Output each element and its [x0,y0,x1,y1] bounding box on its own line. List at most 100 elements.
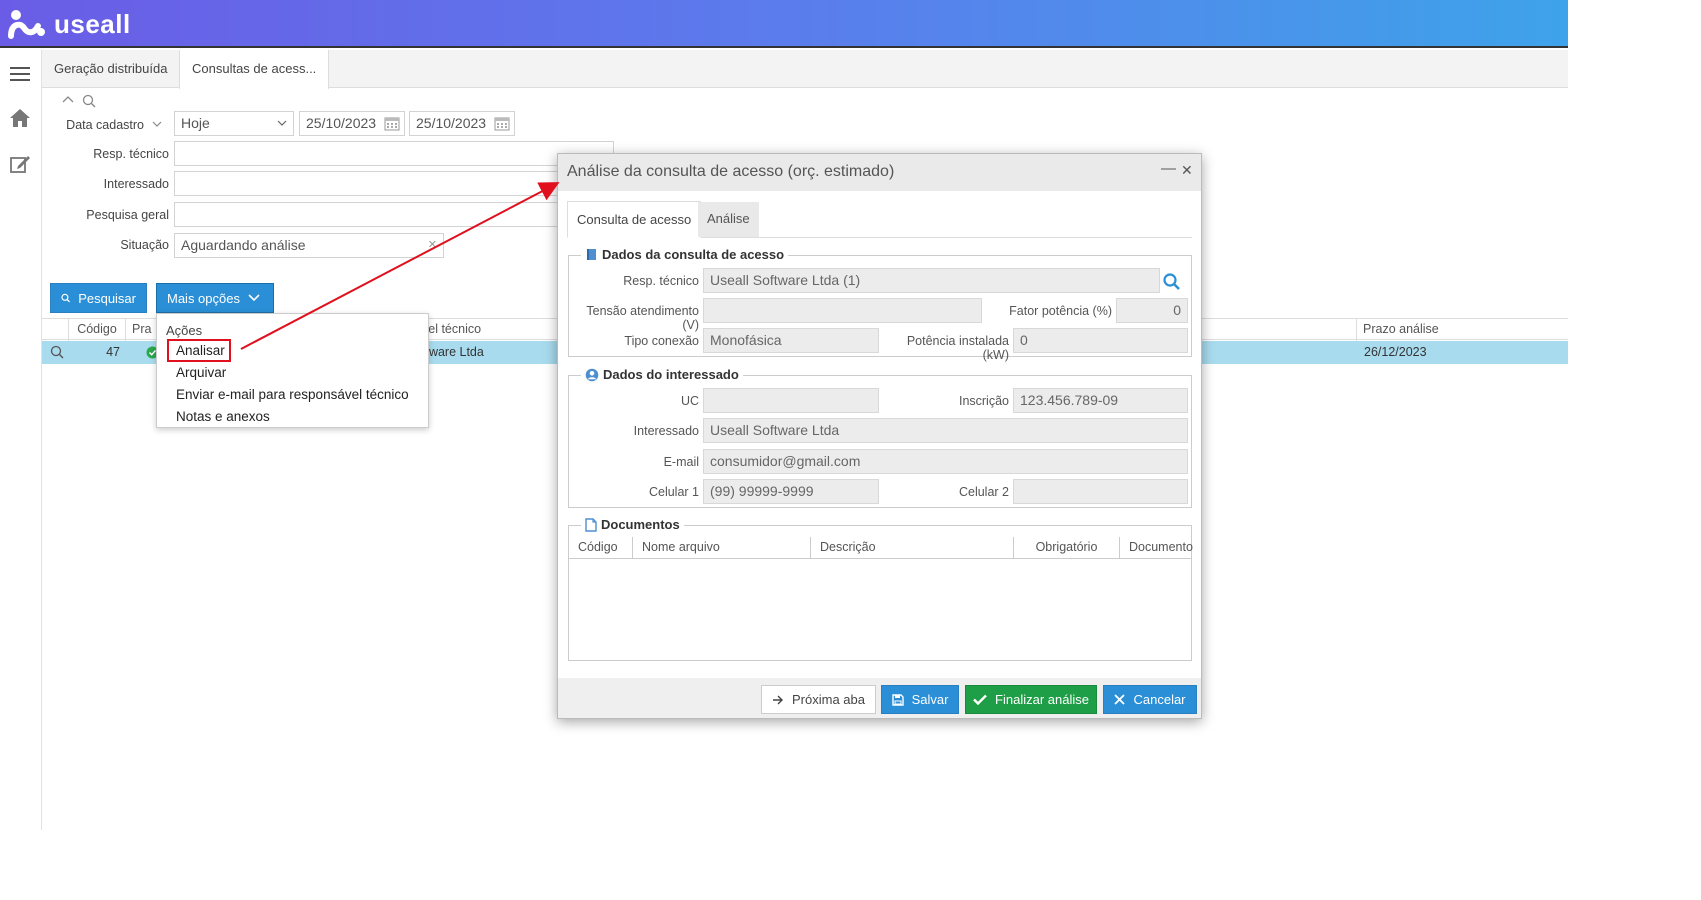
email-field[interactable]: consumidor@gmail.com [703,449,1188,474]
brand-logo[interactable]: useall [8,8,131,40]
fieldset-title-text: Dados do interessado [603,367,739,382]
menu-item-arquivar[interactable]: Arquivar [176,365,226,380]
search-icon[interactable] [50,345,64,359]
search-icon [61,293,70,303]
situacao-label: Situação [120,238,169,252]
celular1-label: Celular 1 [648,485,699,499]
edit-icon [10,156,30,173]
tab-bar: Geração distribuída Consultas de acess..… [42,50,1568,89]
resp-tecnico-label: Resp. técnico [623,274,699,288]
doc-col-obrigatorio[interactable]: Obrigatório [1014,537,1120,559]
fieldset-title: Documentos [581,517,684,532]
calendar-icon[interactable] [494,116,510,131]
brand-name: useall [54,8,131,39]
chevron-down-icon[interactable] [152,120,162,128]
home-icon [10,109,30,127]
search-icon[interactable] [82,94,96,108]
chevron-down-icon [277,120,287,126]
potencia-instalada-label: Potência instalada (kW) [906,334,1009,362]
useall-logo-icon [8,10,45,39]
finalizar-analise-label: Finalizar análise [995,692,1089,707]
situacao-select[interactable]: Aguardando análise ✕ [174,233,444,258]
close-icon[interactable]: ✕ [1181,162,1193,179]
fieldset-documentos: Documentos Código Nome arquivo Descrição… [568,517,1193,661]
col-codigo[interactable]: Código [68,319,125,341]
proxima-aba-button[interactable]: Próxima aba [761,685,876,714]
doc-col-documento[interactable]: Documento [1120,537,1193,559]
doc-col-descricao[interactable]: Descrição [811,537,1014,559]
check-icon [973,694,987,705]
potencia-instalada-field[interactable]: 0 [1013,328,1188,353]
doc-col-codigo[interactable]: Código [569,537,633,559]
col-prazo-analise[interactable]: Prazo análise [1356,319,1568,341]
resp-tecnico-label: Resp. técnico [93,147,169,161]
app-stage: useall Geração distribuída Consultas de … [0,0,1568,830]
search-icon[interactable] [1163,273,1180,290]
calendar-icon[interactable] [384,116,400,131]
celular1-field[interactable]: (99) 99999-9999 [703,479,879,504]
top-bar: useall [0,0,1568,48]
fieldset-dados-consulta: Dados da consulta de acesso Resp. técnic… [568,247,1192,362]
proxima-aba-label: Próxima aba [792,692,865,707]
modal-tabs: Consulta de acesso Análise [567,201,1192,238]
cell-resp-tecnico: ftware Ltda [422,345,484,359]
chevron-up-icon[interactable] [62,94,74,104]
menu-header: Ações [166,323,203,338]
tab-geracao-distribuida[interactable]: Geração distribuída [42,50,179,88]
interessado-label: Interessado [103,177,169,191]
menu-item-enviar-email[interactable]: Enviar e-mail para responsável técnico [176,387,409,402]
data-fim-field[interactable]: 25/10/2023 [409,111,515,136]
periodo-select[interactable]: Hoje [174,111,294,136]
uc-field[interactable] [703,388,879,413]
tensao-label: Tensão atendimento (V) [586,304,699,332]
fieldset-title: Dados da consulta de acesso [581,247,789,262]
resp-tecnico-input[interactable] [174,141,614,166]
mais-opcoes-button[interactable]: Mais opções [156,283,274,313]
user-circle-icon [585,368,599,381]
periodo-value: Hoje [181,115,210,131]
tab-consultas-acesso[interactable]: Consultas de acess... [179,50,330,89]
fator-potencia-field[interactable]: 0 [1116,298,1188,323]
interessado-input[interactable] [174,171,614,196]
pesquisa-geral-label: Pesquisa geral [86,208,169,222]
cell-codigo: 47 [106,345,120,359]
inscricao-field[interactable]: 123.456.789-09 [1013,388,1188,413]
data-inicio-field[interactable]: 25/10/2023 [299,111,405,136]
highlight-box [167,339,231,362]
finalizar-analise-button[interactable]: Finalizar análise [965,685,1097,714]
fieldset-title-text: Dados da consulta de acesso [602,247,785,262]
fieldset-title-text: Documentos [601,517,680,532]
pesquisa-geral-input[interactable] [174,202,614,227]
tab-analise[interactable]: Análise [698,202,759,237]
left-rail [0,50,42,830]
inscricao-label: Inscrição [958,394,1009,408]
situacao-value: Aguardando análise [181,237,306,253]
salvar-button[interactable]: Salvar [881,685,959,714]
fieldset-title: Dados do interessado [581,367,743,382]
save-icon [891,693,904,706]
edit-button[interactable] [6,150,34,178]
tensao-field[interactable] [703,298,982,323]
pesquisar-label: Pesquisar [78,290,136,306]
tab-consulta-acesso[interactable]: Consulta de acesso [567,201,702,238]
interessado-field[interactable]: Useall Software Ltda [703,418,1188,443]
data-cadastro-label: Data cadastro [66,118,144,132]
menu-item-notas-anexos[interactable]: Notas e anexos [176,409,270,424]
documentos-grid-header: Código Nome arquivo Descrição Obrigatóri… [569,537,1193,559]
fieldset-dados-interessado: Dados do interessado UC Inscrição 123.45… [568,367,1192,508]
menu-toggle-button[interactable] [6,60,34,88]
resp-tecnico-field[interactable]: Useall Software Ltda (1) [703,268,1160,293]
modal-header: Análise da consulta de acesso (orç. esti… [558,154,1201,191]
document-icon [585,517,597,532]
home-button[interactable] [6,104,34,132]
celular2-field[interactable] [1013,479,1188,504]
data-inicio-value: 25/10/2023 [306,115,377,131]
cancelar-button[interactable]: Cancelar [1103,685,1197,714]
chevron-down-icon [248,294,260,302]
doc-col-nome-arquivo[interactable]: Nome arquivo [633,537,811,559]
clear-icon[interactable]: ✕ [428,234,437,257]
cell-prazo-analise: 26/12/2023 [1364,345,1427,359]
tipo-conexao-field[interactable]: Monofásica [703,328,879,353]
minimize-icon[interactable]: — [1161,160,1176,177]
pesquisar-button[interactable]: Pesquisar [50,283,147,313]
